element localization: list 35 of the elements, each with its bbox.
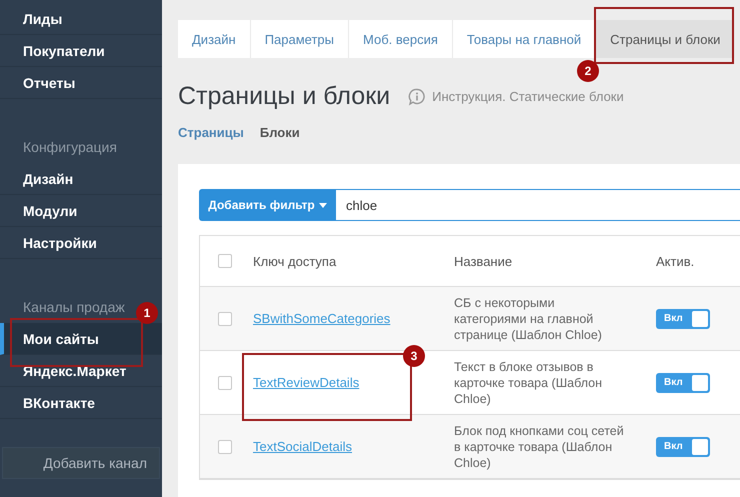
callout-number: 2 <box>577 60 599 82</box>
key-link[interactable]: TextSocialDetails <box>253 439 352 454</box>
tab[interactable]: Моб. версия <box>349 20 453 58</box>
section-label: Каналы продаж <box>22 298 125 317</box>
sidebar-item[interactable]: Настройки <box>0 227 162 259</box>
active-toggle[interactable]: Вкл <box>656 436 710 456</box>
add-channel-button[interactable]: Добавить канал <box>2 447 160 479</box>
column-header: Ключ доступа <box>253 254 338 268</box>
add-filter-button[interactable]: Добавить фильтр <box>199 189 336 221</box>
subtab[interactable]: Страницы <box>178 125 244 140</box>
block-name: Блок под кнопками соц сетей в карточке товара (Шаблон Chloe) <box>454 422 625 470</box>
sidebar-item[interactable]: Покупатели <box>0 35 162 67</box>
column-header: Название <box>454 254 514 268</box>
sidebar-item[interactable]: Яндекс.Маркет <box>0 355 162 387</box>
sidebar-item[interactable]: Мои сайты <box>0 323 162 355</box>
key-link[interactable]: TextReviewDetails <box>253 375 360 390</box>
section-label: Конфигурация <box>22 138 117 157</box>
tab[interactable]: Дизайн <box>178 20 251 58</box>
sidebar-item[interactable]: Отчеты <box>0 67 162 99</box>
subtab[interactable]: Блоки <box>260 125 300 140</box>
page-title: Страницы и блоки <box>178 82 390 111</box>
filter-field[interactable]: chloe <box>336 189 740 221</box>
block-name: Текст в блоке отзывов в карточке товара (Шаблон Chloe) <box>454 358 604 406</box>
active-toggle[interactable]: Вкл <box>656 308 710 328</box>
sidebar-item[interactable]: Модули <box>0 195 162 227</box>
tab[interactable]: Товары на главной <box>452 20 596 58</box>
help-link[interactable]: Инструкция. Статические блоки <box>408 88 624 106</box>
sidebar-item[interactable]: Дизайн <box>0 163 162 195</box>
column-header: Актив. <box>656 254 696 268</box>
sidebar-item[interactable]: ВКонтакте <box>0 387 162 419</box>
active-toggle[interactable]: Вкл <box>656 372 710 392</box>
key-link[interactable]: SBwithSomeCategories <box>253 311 390 326</box>
block-name: СБ с некоторыми категориями на главной странице (Шаблон Chloe) <box>454 294 603 342</box>
sidebar-item[interactable]: Лиды <box>0 3 162 35</box>
tab[interactable]: Параметры <box>250 20 350 58</box>
